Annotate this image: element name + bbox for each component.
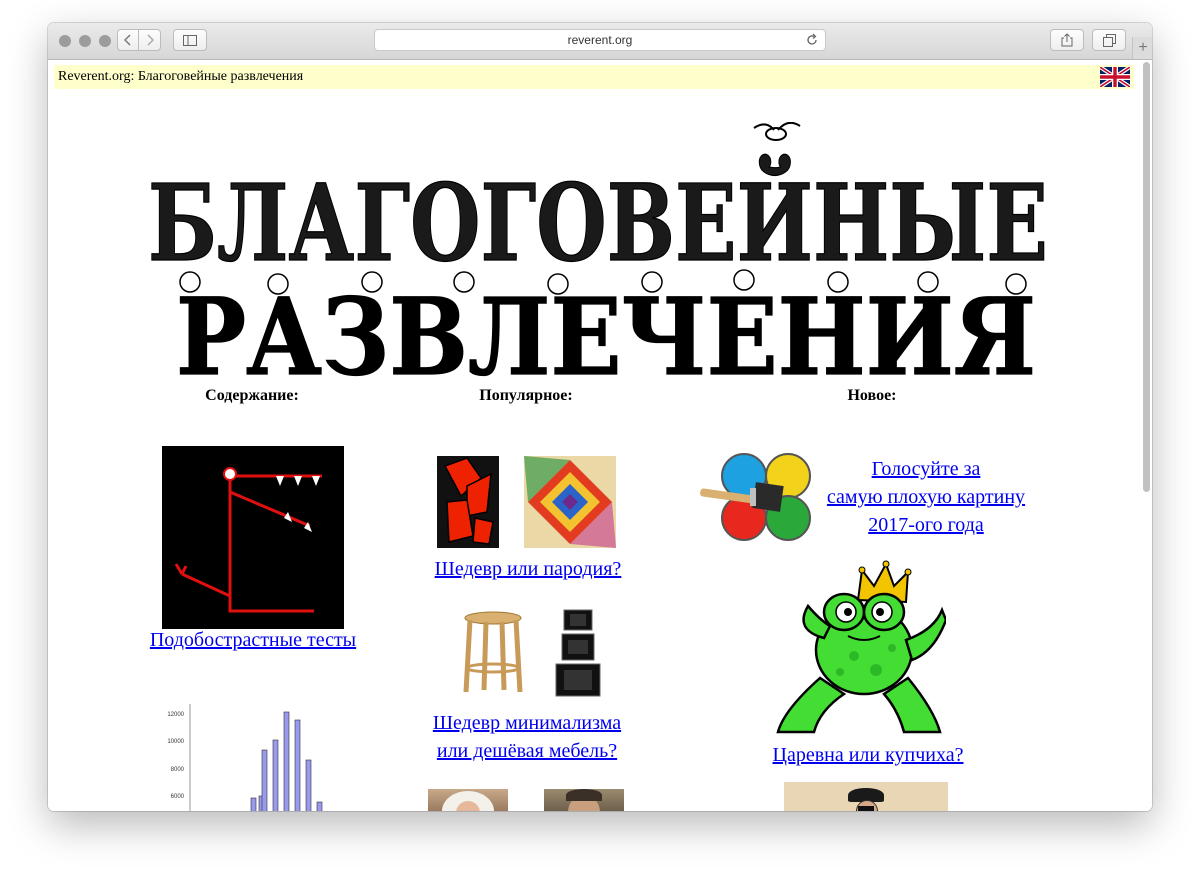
contents-heading: Содержание: xyxy=(205,387,299,404)
browser-toolbar: reverent.org xyxy=(48,23,1152,60)
masterpiece-or-parody-label: Шедевр или пародия? xyxy=(434,558,622,580)
wooden-stool-image[interactable] xyxy=(460,610,526,694)
comparison-question-mark: ? xyxy=(519,808,532,811)
share-button[interactable] xyxy=(1050,29,1084,51)
sidebar-button[interactable] xyxy=(173,29,207,51)
princess-or-merchant-link[interactable]: Царевна или купчиха? xyxy=(773,744,964,766)
share-icon xyxy=(1061,33,1073,47)
tabs-overview-button[interactable] xyxy=(1092,29,1126,51)
colorful-abstract-painting-image[interactable] xyxy=(524,456,616,548)
frog-princess-image[interactable] xyxy=(774,560,946,740)
new-tab-button[interactable]: + xyxy=(1132,37,1152,59)
minimize-window-button[interactable] xyxy=(79,35,91,47)
banner-line-2: РАЗВЛЕЧЕНИЯ xyxy=(176,274,1036,382)
forward-button[interactable] xyxy=(139,29,161,51)
back-button[interactable] xyxy=(117,29,139,51)
black-cube-shelves-image[interactable] xyxy=(548,606,608,700)
subservient-tests-label: Подобострастные тесты xyxy=(149,629,357,651)
close-window-button[interactable] xyxy=(59,35,71,47)
uk-flag-icon[interactable] xyxy=(1100,67,1130,87)
site-title-bar: Reverent.org: Благоговейные развлечения xyxy=(54,65,1134,89)
princess-or-merchant-label: Царевна или купчиха? xyxy=(772,744,964,766)
site-banner: БЛАГОГОВЕЙНЫЕ РАЗВЛЕЧЕНИЯ xyxy=(147,122,1049,382)
chevron-right-icon xyxy=(146,34,154,46)
chevron-left-icon xyxy=(124,34,131,46)
site-title: Reverent.org: Благоговейные развлечения xyxy=(58,69,304,84)
vote-worst-painting-link[interactable]: Голосуйте за самую плохую картину 2017-о… xyxy=(827,458,1025,536)
distribution-chart-thumbnail[interactable]: 12000 10000 8000 6000 4000 xyxy=(152,700,332,811)
masterpiece-or-parody-link[interactable]: Шедевр или пародия? xyxy=(435,558,622,580)
chart-tick-6000: 6000 xyxy=(170,793,184,800)
powdered-wig-portrait-image[interactable] xyxy=(428,789,508,811)
page-content: Reverent.org: Благоговейные развлечения … xyxy=(48,60,1152,811)
chart-tick-12000: 12000 xyxy=(167,712,184,718)
red-cubist-painting-image[interactable] xyxy=(437,456,499,548)
new-heading: Новое: xyxy=(847,387,897,404)
vertical-scrollbar[interactable] xyxy=(1143,62,1150,492)
hanged-man-test-image[interactable] xyxy=(162,446,344,629)
vote-label-line2: самую плохую картину xyxy=(826,486,1026,508)
minimalism-label-line2: или дешёвая мебель? xyxy=(436,740,618,762)
vote-label-line1: Голосуйте за xyxy=(871,458,981,480)
url-text: reverent.org xyxy=(567,33,633,47)
vote-label-line3: 2017-ого года xyxy=(868,514,984,536)
minimalism-or-furniture-link[interactable]: Шедевр минимализма или дешёвая мебель? xyxy=(433,712,621,762)
napoleon-portrait-image[interactable] xyxy=(784,782,948,811)
chart-bars xyxy=(189,704,323,811)
zoom-window-button[interactable] xyxy=(99,35,111,47)
reload-icon[interactable] xyxy=(805,33,819,47)
minimalism-label-line1: Шедевр минимализма xyxy=(432,712,622,734)
chart-tick-10000: 10000 xyxy=(167,739,184,746)
subservient-tests-link[interactable]: Подобострастные тесты xyxy=(150,629,356,651)
popular-heading: Популярное: xyxy=(479,387,573,404)
banner-line-1: БЛАГОГОВЕЙНЫЕ xyxy=(148,153,1048,285)
actor-portrait-image[interactable] xyxy=(544,789,624,811)
flying-bird-icon xyxy=(753,122,801,141)
tabs-icon xyxy=(1102,33,1116,47)
chart-tick-8000: 8000 xyxy=(170,766,184,773)
paint-cans-brush-image[interactable] xyxy=(698,448,812,544)
address-bar[interactable]: reverent.org xyxy=(374,29,826,51)
browser-window: reverent.org + Reverent.org: Благоговейн… xyxy=(48,23,1152,811)
sidebar-icon xyxy=(183,34,197,46)
